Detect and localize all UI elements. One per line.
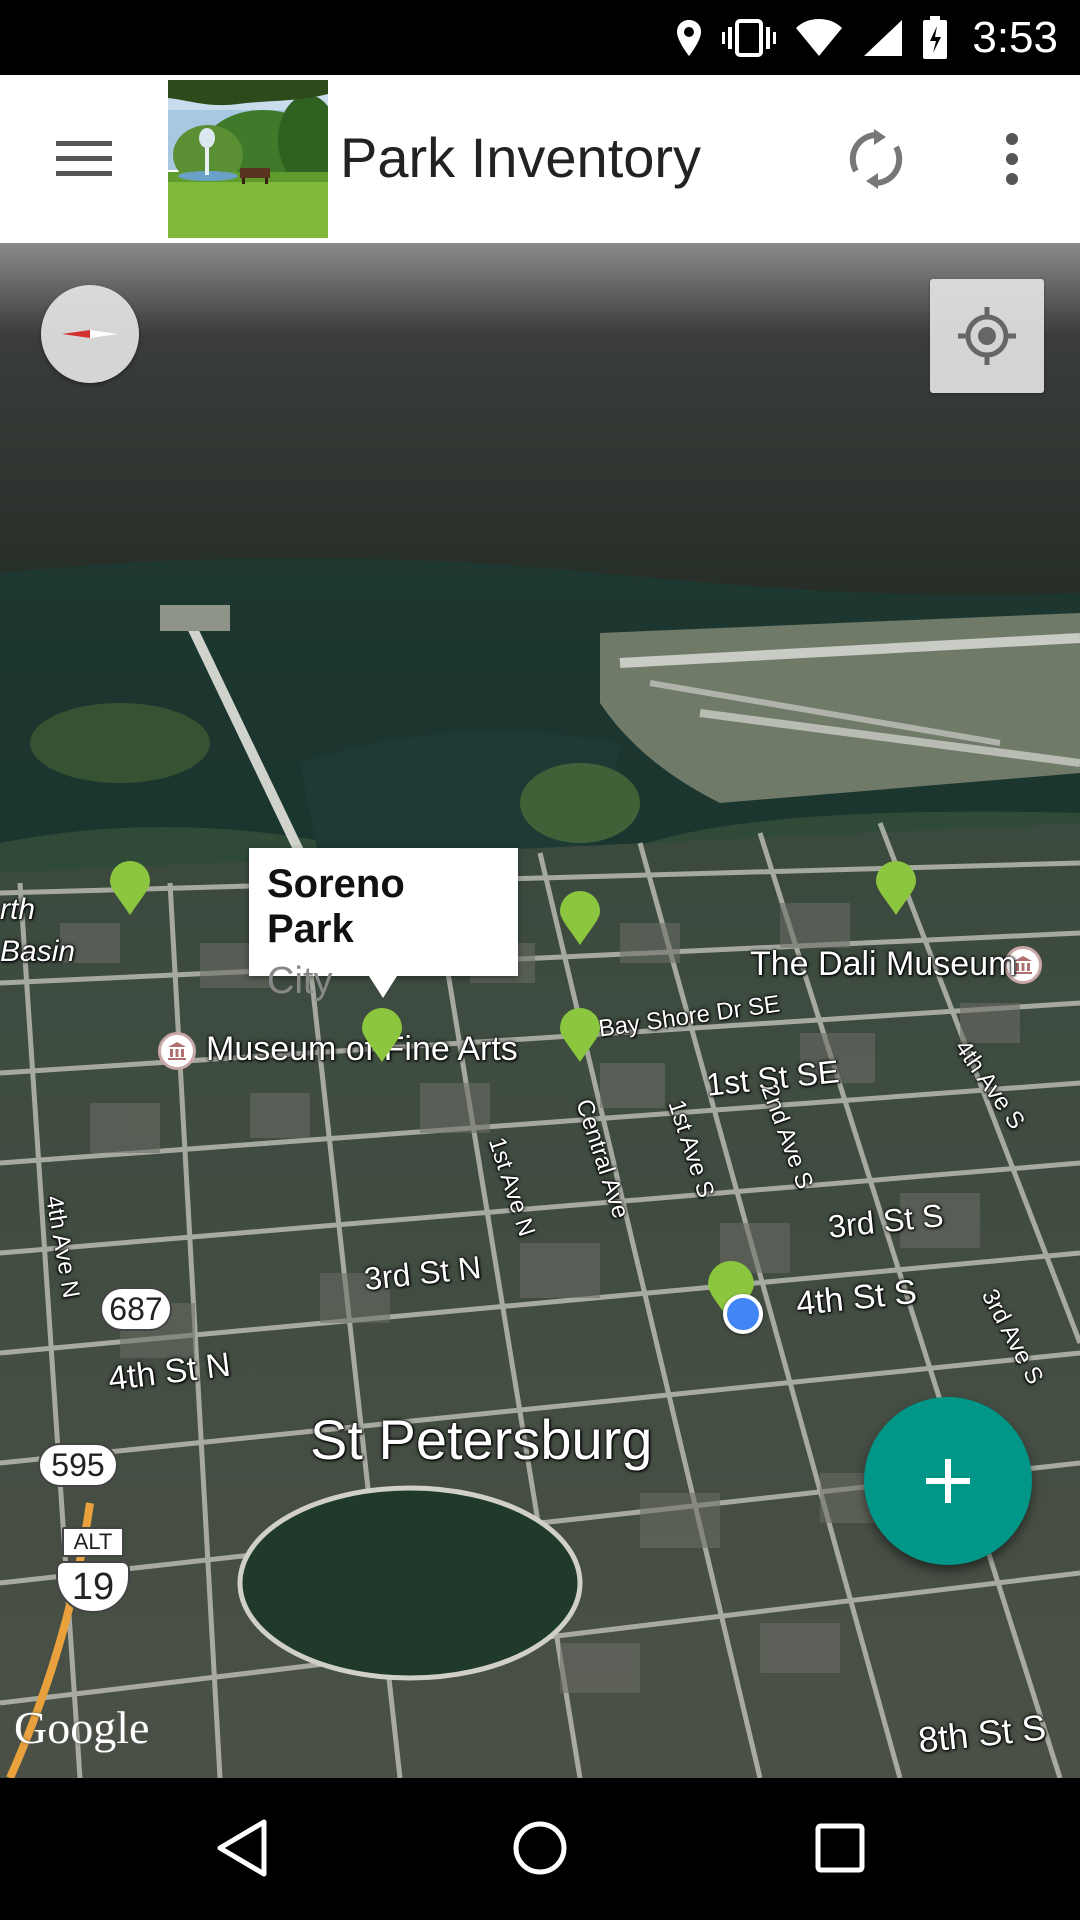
park-marker[interactable] bbox=[558, 891, 602, 947]
wifi-icon bbox=[794, 18, 844, 58]
battery-charging-icon bbox=[922, 15, 948, 60]
vibrate-icon bbox=[722, 18, 777, 58]
location-icon bbox=[674, 18, 704, 58]
app-title: Park Inventory bbox=[340, 126, 702, 189]
my-location-icon bbox=[958, 307, 1016, 365]
sync-button[interactable] bbox=[832, 115, 920, 203]
back-icon bbox=[217, 1819, 267, 1877]
map-label-city-st-petersburg: St Petersburg bbox=[310, 1408, 653, 1471]
park-marker[interactable] bbox=[874, 861, 918, 917]
sync-icon bbox=[849, 129, 903, 189]
system-nav-bar bbox=[0, 1778, 1080, 1920]
more-vert-icon bbox=[1006, 133, 1018, 185]
museum-poi-icon[interactable] bbox=[158, 1032, 196, 1070]
map-view[interactable]: rth Basin The Dali Museum Museum of Fine… bbox=[0, 243, 1080, 1778]
home-button[interactable] bbox=[485, 1798, 595, 1898]
recents-icon bbox=[815, 1823, 865, 1873]
map-label-dali-museum: The Dali Museum bbox=[750, 945, 1017, 983]
compass-icon bbox=[62, 330, 118, 338]
compass-button[interactable] bbox=[41, 285, 139, 383]
status-bar: 3:53 bbox=[0, 0, 1080, 75]
map-label-basin-1: rth bbox=[0, 893, 36, 926]
info-window-subtitle: City bbox=[267, 960, 333, 1002]
info-window-title: Soreno Park bbox=[267, 862, 405, 951]
route-shield-595: 595 bbox=[38, 1443, 118, 1487]
park-marker[interactable] bbox=[558, 1008, 602, 1064]
park-marker-soreno[interactable] bbox=[360, 1008, 404, 1064]
status-time: 3:53 bbox=[972, 12, 1058, 62]
park-thumbnail bbox=[168, 80, 328, 238]
signal-icon bbox=[862, 18, 904, 58]
app-bar: Park Inventory bbox=[0, 75, 1080, 243]
more-options-button[interactable] bbox=[968, 115, 1056, 203]
menu-button[interactable] bbox=[36, 115, 132, 203]
home-icon bbox=[513, 1821, 567, 1875]
map-label-basin-2: Basin bbox=[0, 935, 76, 968]
recents-button[interactable] bbox=[785, 1798, 895, 1898]
add-park-button[interactable] bbox=[864, 1397, 1032, 1565]
route-shield-alt: ALT bbox=[62, 1527, 124, 1557]
park-marker[interactable] bbox=[108, 861, 152, 917]
current-location-dot bbox=[723, 1294, 763, 1334]
add-icon bbox=[926, 1459, 970, 1503]
my-location-button[interactable] bbox=[930, 279, 1044, 393]
google-attribution: Google bbox=[14, 1702, 150, 1753]
marker-info-window[interactable]: Soreno Park City bbox=[249, 848, 518, 1002]
hamburger-menu-icon bbox=[56, 141, 112, 176]
back-button[interactable] bbox=[186, 1798, 296, 1898]
route-shield-687: 687 bbox=[100, 1287, 172, 1331]
